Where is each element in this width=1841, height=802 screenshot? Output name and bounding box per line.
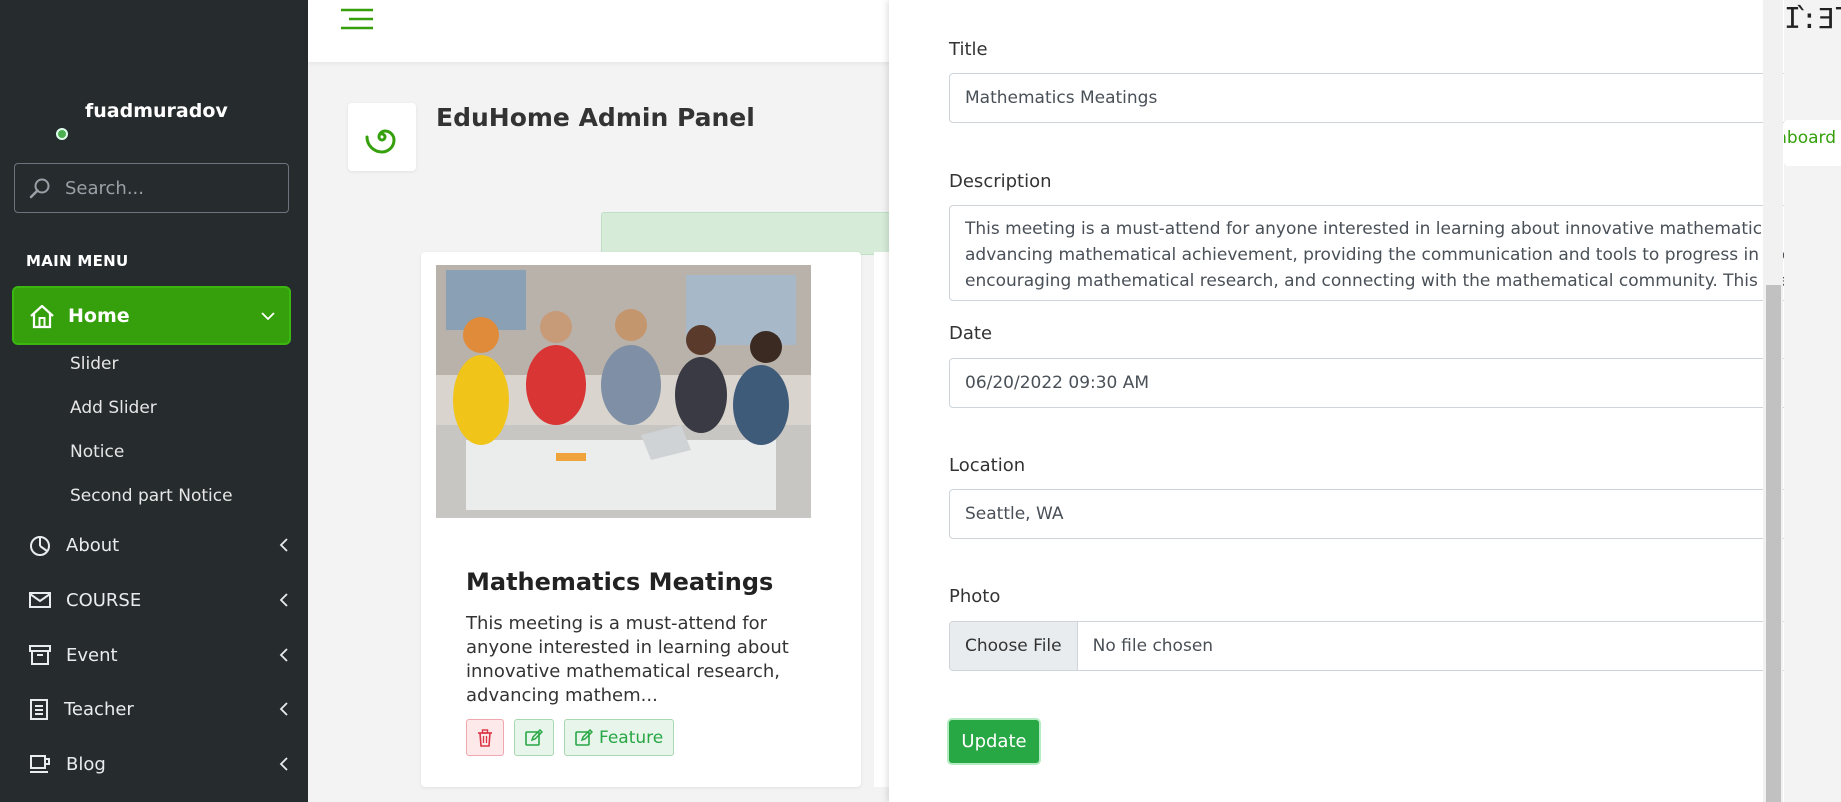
sidebar-item-label: Event: [66, 644, 118, 666]
brand-logo: [348, 103, 416, 171]
sidebar-item-label: Blog: [66, 753, 106, 775]
date-input[interactable]: 06/20/2022 09:30 AM: [949, 358, 1784, 408]
sidebar-subitem-slider[interactable]: Slider: [70, 354, 118, 374]
trash-icon: [477, 728, 493, 747]
search-icon: [29, 177, 51, 199]
sidebar-subitem-second-part-notice[interactable]: Second part Notice: [70, 486, 233, 506]
sidebar-item-home[interactable]: Home: [14, 288, 289, 343]
event-card-title: Mathematics Meatings: [466, 568, 774, 596]
sidebar-item-label: COURSE: [66, 589, 142, 611]
description-label: Description: [949, 171, 1052, 192]
sidebar-search: [14, 163, 289, 213]
chevron-left-icon: [279, 593, 289, 607]
event-image: [436, 265, 811, 518]
description-line: advancing mathematical achievement, prov…: [965, 245, 1784, 265]
location-input[interactable]: Seattle, WA: [949, 489, 1784, 539]
home-icon: [28, 303, 56, 329]
online-status-dot: [56, 128, 68, 140]
no-file-text: No file chosen: [1092, 636, 1214, 656]
photo-file-input[interactable]: Choose File No file chosen: [949, 621, 1784, 671]
edit-event-modal: Title Mathematics Meatings Description T…: [889, 0, 1784, 802]
feature-button-label: Feature: [599, 727, 664, 748]
sidebar-item-label: About: [66, 534, 120, 556]
card-actions: Feature: [466, 719, 675, 756]
edit-button[interactable]: [514, 719, 554, 756]
menu-toggle-icon[interactable]: [337, 6, 375, 38]
event-card-text: This meeting is a must-attend for anyone…: [466, 613, 789, 706]
sidebar: fuadmuradov MAIN MENU Home Slider Add Sl…: [0, 0, 308, 802]
clock-fragment: ΓE:Ί: [1784, 2, 1841, 35]
sidebar-item-blog[interactable]: Blog: [28, 744, 289, 784]
scrollbar-thumb[interactable]: [1766, 285, 1781, 802]
panel-title: EduHome Admin Panel: [436, 103, 755, 132]
edit-icon: [575, 728, 593, 747]
sidebar-item-label: Teacher: [64, 698, 134, 720]
envelope-icon: [28, 590, 52, 610]
modal-scrollbar[interactable]: [1763, 0, 1783, 802]
delete-button[interactable]: [466, 719, 504, 756]
coffee-icon: [28, 753, 52, 775]
spiral-logo-icon: [362, 117, 402, 157]
alert-banner: [601, 212, 891, 255]
chevron-left-icon: [279, 648, 289, 662]
description-line: encouraging mathematical research, and c…: [965, 271, 1784, 291]
sidebar-subitem-notice[interactable]: Notice: [70, 442, 124, 462]
user-name: fuadmuradov: [85, 100, 228, 122]
search-input[interactable]: [65, 177, 265, 199]
dashboard-link-text: nboard: [1784, 128, 1836, 148]
sidebar-item-event[interactable]: Event: [28, 635, 289, 675]
title-label: Title: [949, 39, 988, 60]
location-label: Location: [949, 455, 1026, 476]
date-label: Date: [949, 323, 993, 344]
choose-file-button[interactable]: Choose File: [950, 622, 1078, 670]
pie-chart-icon: [28, 533, 52, 557]
event-card: Mathematics Meatings This meeting is a m…: [421, 252, 861, 787]
archive-icon: [28, 644, 52, 666]
sidebar-item-course[interactable]: COURSE: [28, 580, 289, 620]
clipboard-icon: [28, 697, 50, 721]
description-textarea[interactable]: This meeting is a must-attend for anyone…: [949, 205, 1784, 301]
chevron-down-icon: [261, 311, 275, 321]
chevron-left-icon: [279, 702, 289, 716]
sidebar-subitem-add-slider[interactable]: Add Slider: [70, 398, 157, 418]
dashboard-link-fragment[interactable]: nboard: [1784, 120, 1841, 166]
chevron-left-icon: [279, 757, 289, 771]
main-menu-header: MAIN MENU: [26, 252, 129, 270]
sidebar-item-label: Home: [68, 304, 130, 327]
update-button[interactable]: Update: [949, 720, 1039, 763]
sidebar-item-teacher[interactable]: Teacher: [28, 689, 289, 729]
sidebar-item-about[interactable]: About: [28, 525, 289, 565]
chevron-left-icon: [279, 538, 289, 552]
feature-button[interactable]: Feature: [564, 719, 675, 756]
title-input[interactable]: Mathematics Meatings: [949, 73, 1784, 123]
description-line: This meeting is a must-attend for anyone…: [965, 219, 1784, 239]
photo-label: Photo: [949, 586, 1001, 607]
edit-icon: [525, 728, 543, 747]
